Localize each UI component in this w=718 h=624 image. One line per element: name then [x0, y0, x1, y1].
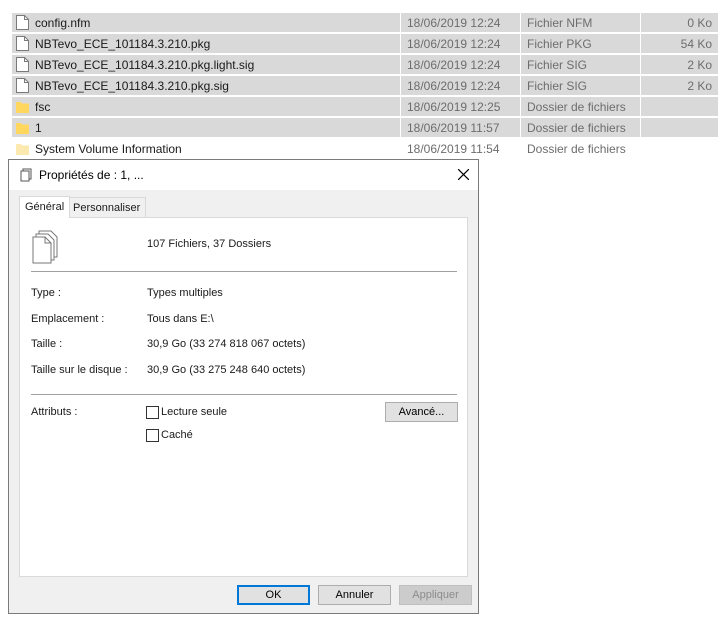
column-separator: [520, 96, 521, 117]
file-name: NBTevo_ECE_101184.3.210.pkg.sig: [35, 79, 229, 93]
location-label: Emplacement :: [31, 313, 105, 325]
size-value: 30,9 Go (33 274 818 067 octets): [147, 338, 306, 350]
file-size: 54 Ko: [680, 37, 712, 51]
selection-summary: 107 Fichiers, 37 Dossiers: [147, 238, 272, 250]
file-date: 18/06/2019 12:24: [407, 37, 501, 51]
readonly-checkbox[interactable]: [146, 406, 159, 419]
file-name: 1: [35, 121, 42, 135]
folder-icon: [16, 120, 29, 135]
apply-button[interactable]: Appliquer: [399, 585, 472, 605]
properties-icon: [19, 168, 33, 182]
readonly-label[interactable]: Lecture seule: [161, 406, 227, 418]
file-type: Fichier SIG: [527, 79, 588, 93]
column-separator: [520, 12, 521, 33]
cancel-button[interactable]: Annuler: [318, 585, 391, 605]
file-type: Dossier de fichiers: [527, 142, 626, 156]
type-value: Types multiples: [147, 287, 223, 299]
tab-general[interactable]: Général: [19, 196, 71, 218]
ok-button[interactable]: OK: [237, 585, 310, 605]
file-date: 18/06/2019 12:24: [407, 58, 501, 72]
file-icon: [16, 78, 29, 93]
location-value: Tous dans E:\: [147, 313, 214, 325]
column-separator: [520, 117, 521, 138]
column-separator: [520, 33, 521, 54]
column-separator: [400, 54, 401, 75]
size-label: Taille :: [31, 338, 63, 350]
divider: [31, 394, 457, 395]
dialog-title: Propriétés de : 1, ...: [39, 168, 144, 182]
file-icon: [16, 57, 29, 72]
file-name: config.nfm: [35, 16, 91, 30]
file-type: Dossier de fichiers: [527, 121, 626, 135]
properties-dialog: Propriétés de : 1, ... Général Personnal…: [8, 159, 479, 614]
column-separator: [520, 54, 521, 75]
file-size: 2 Ko: [687, 79, 712, 93]
folder-icon: [16, 99, 29, 114]
column-separator: [640, 33, 641, 54]
file-date: 18/06/2019 12:25: [407, 100, 501, 114]
file-list: config.nfm 18/06/2019 12:24 Fichier NFM 0 K…: [0, 0, 718, 160]
folder-icon: [16, 141, 29, 156]
file-name: NBTevo_ECE_101184.3.210.pkg: [35, 37, 211, 51]
column-separator: [400, 33, 401, 54]
type-label: Type :: [31, 287, 61, 299]
file-row[interactable]: NBTevo_ECE_101184.3.210.pkg.sig 18/06/201…: [0, 75, 718, 96]
file-type: Fichier SIG: [527, 58, 588, 72]
column-separator: [640, 117, 641, 138]
file-name: NBTevo_ECE_101184.3.210.pkg.light.sig: [35, 58, 255, 72]
file-name: System Volume Information: [35, 142, 182, 156]
file-date: 18/06/2019 12:24: [407, 79, 501, 93]
column-separator: [640, 12, 641, 33]
file-size: 2 Ko: [687, 58, 712, 72]
close-button[interactable]: [448, 160, 478, 190]
file-name: fsc: [35, 100, 51, 114]
size-on-disk-label: Taille sur le disque :: [31, 364, 128, 376]
close-icon: [458, 169, 469, 180]
size-on-disk-value: 30,9 Go (33 275 248 640 octets): [147, 364, 306, 376]
file-row[interactable]: NBTevo_ECE_101184.3.210.pkg.light.sig 18/…: [0, 54, 718, 75]
file-type: Fichier PKG: [527, 37, 592, 51]
file-row[interactable]: config.nfm 18/06/2019 12:24 Fichier NFM 0 K…: [0, 12, 718, 33]
file-size: 0 Ko: [687, 16, 712, 30]
row-selection: [12, 13, 718, 32]
column-separator: [400, 12, 401, 33]
file-type: Fichier NFM: [527, 16, 593, 30]
file-date: 18/06/2019 11:54: [407, 142, 500, 156]
file-icon: [16, 36, 29, 51]
hidden-checkbox[interactable]: [146, 429, 159, 442]
column-separator: [400, 96, 401, 117]
column-separator: [640, 96, 641, 117]
hidden-label[interactable]: Caché: [161, 429, 193, 441]
file-row[interactable]: 1 18/06/2019 11:57 Dossier de fichiers: [0, 117, 718, 138]
file-icon: [16, 15, 29, 30]
file-row[interactable]: System Volume Information 18/06/2019 11:5…: [0, 138, 718, 159]
file-date: 18/06/2019 11:57: [407, 121, 500, 135]
divider: [31, 271, 457, 272]
column-separator: [520, 75, 521, 96]
column-separator: [640, 54, 641, 75]
column-separator: [400, 117, 401, 138]
file-row[interactable]: NBTevo_ECE_101184.3.210.pkg 18/06/2019 12…: [0, 33, 718, 54]
file-date: 18/06/2019 12:24: [407, 16, 501, 30]
column-separator: [400, 75, 401, 96]
file-type: Dossier de fichiers: [527, 100, 626, 114]
column-separator: [640, 75, 641, 96]
advanced-button[interactable]: Avancé...: [385, 402, 458, 422]
dialog-titlebar[interactable]: Propriétés de : 1, ...: [9, 160, 478, 190]
file-row[interactable]: fsc 18/06/2019 12:25 Dossier de fichiers: [0, 96, 718, 117]
attributes-label: Attributs :: [31, 406, 78, 418]
multiple-files-icon: [31, 230, 61, 264]
tab-customize[interactable]: Personnaliser: [67, 197, 147, 217]
